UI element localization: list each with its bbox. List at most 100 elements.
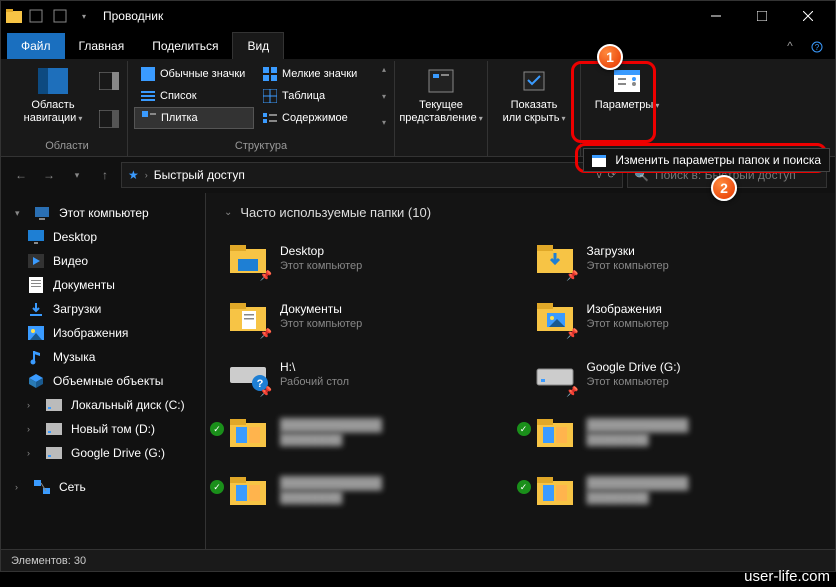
network-icon: [33, 478, 51, 496]
sidebar-item-downloads[interactable]: Загрузки: [5, 297, 201, 321]
folder-sub: Этот компьютер: [587, 260, 669, 272]
sidebar-item-documents[interactable]: Документы: [5, 273, 201, 297]
layout-tiles[interactable]: Плитка: [134, 107, 254, 129]
layout-normal[interactable]: Обычные значки: [134, 63, 254, 85]
forward-button[interactable]: →: [37, 163, 61, 187]
music-icon: [27, 348, 45, 366]
sidebar-item-music[interactable]: Музыка: [5, 345, 201, 369]
sidebar-item-disk-d[interactable]: ›Новый том (D:): [5, 417, 201, 441]
sync-check-icon: ✓: [517, 480, 531, 494]
sidebar-item-desktop[interactable]: Desktop: [5, 225, 201, 249]
preview-pane-icon: [93, 65, 125, 97]
help-button[interactable]: ?: [805, 35, 835, 59]
pin-icon: 📌: [260, 329, 272, 340]
sidebar-item-3d[interactable]: Объемные объекты: [5, 369, 201, 393]
layout-icon: [140, 88, 156, 104]
layout-table[interactable]: Таблица: [256, 85, 376, 107]
folder-icon: ?📌: [226, 352, 270, 396]
layout-content[interactable]: Содержимое: [256, 107, 376, 129]
nav-pane-button[interactable]: Область навигации: [13, 63, 93, 127]
folder-item[interactable]: ?📌H:\Рабочий стол: [224, 348, 511, 400]
tab-view[interactable]: Вид: [232, 32, 284, 59]
app-icon: [5, 7, 23, 25]
drive-icon: [45, 420, 63, 438]
folder-icon: 📌: [226, 294, 270, 338]
maximize-button[interactable]: [739, 1, 785, 31]
options-icon: [611, 65, 643, 97]
address-field[interactable]: ★ › Быстрый доступ v ⟳: [121, 162, 623, 188]
explorer-window: ▾ Проводник Файл Главная Поделиться Вид …: [0, 0, 836, 572]
close-button[interactable]: [785, 1, 831, 31]
details-pane-icon: [93, 103, 125, 135]
folder-name: Загрузки: [587, 244, 669, 258]
sidebar-item-this-pc[interactable]: ▾Этот компьютер: [5, 201, 201, 225]
folder-item[interactable]: ✓████████████████████: [531, 406, 818, 458]
group-header[interactable]: ⌄ Часто используемые папки (10): [224, 205, 817, 220]
main-area: ▾Этот компьютер Desktop Видео Документы …: [1, 193, 835, 549]
scroll-up-icon[interactable]: ▴: [382, 65, 386, 74]
checkbox-icon: [518, 65, 550, 97]
back-button[interactable]: ←: [9, 163, 33, 187]
qat-button[interactable]: [49, 5, 71, 27]
folder-icon: [226, 410, 270, 454]
picture-icon: [27, 324, 45, 342]
breadcrumb-sep: ›: [145, 170, 148, 180]
folder-sub: Этот компьютер: [280, 318, 362, 330]
svg-text:?: ?: [815, 43, 820, 52]
ribbon-collapse[interactable]: ^: [775, 33, 805, 59]
qat-button[interactable]: [25, 5, 47, 27]
sidebar-item-network[interactable]: ›Сеть: [5, 475, 201, 499]
up-button[interactable]: ↑: [93, 163, 117, 187]
sort-icon: [425, 65, 457, 97]
folder-item[interactable]: ✓████████████████████: [224, 464, 511, 516]
breadcrumb[interactable]: Быстрый доступ: [154, 168, 245, 182]
minimize-button[interactable]: [693, 1, 739, 31]
folder-sub: ████████: [587, 492, 689, 504]
qat-dropdown[interactable]: ▾: [73, 5, 95, 27]
current-view-button[interactable]: Текущее представление: [401, 63, 481, 127]
folder-icon: 📌: [533, 294, 577, 338]
folder-icon: [226, 468, 270, 512]
folder-sub: Рабочий стол: [280, 376, 349, 388]
folder-sub: ████████: [280, 434, 382, 446]
recent-dropdown[interactable]: ▾: [65, 163, 89, 187]
folder-item[interactable]: ✓████████████████████: [224, 406, 511, 458]
folder-sub: Этот компьютер: [587, 376, 681, 388]
preview-pane-button[interactable]: [97, 63, 121, 137]
sidebar-item-pictures[interactable]: Изображения: [5, 321, 201, 345]
video-icon: [27, 252, 45, 270]
layout-small[interactable]: Мелкие значки: [256, 63, 376, 85]
status-count: Элементов: 30: [11, 555, 86, 567]
tab-share[interactable]: Поделиться: [138, 33, 232, 59]
layout-icon: [140, 66, 156, 82]
folder-item[interactable]: 📌 Загрузки Этот компьютер: [531, 232, 818, 284]
quick-access-icon: ★: [128, 168, 139, 182]
ribbon: Область навигации Области Обычные значки…: [1, 59, 835, 157]
expand-icon[interactable]: ▾: [382, 118, 386, 127]
chevron-right-icon: ›: [27, 400, 37, 410]
content-area: ⌄ Часто используемые папки (10) 📌Desktop…: [206, 193, 835, 549]
scroll-down-icon[interactable]: ▾: [382, 92, 386, 101]
sidebar-item-disk-c[interactable]: ›Локальный диск (C:): [5, 393, 201, 417]
sidebar-item-videos[interactable]: Видео: [5, 249, 201, 273]
chevron-down-icon: ⌄: [224, 207, 232, 218]
tab-home[interactable]: Главная: [65, 33, 139, 59]
folder-item[interactable]: ✓████████████████████: [531, 464, 818, 516]
folder-item[interactable]: 📌DesktopЭтот компьютер: [224, 232, 511, 284]
folder-item[interactable]: 📌ДокументыЭтот компьютер: [224, 290, 511, 342]
folder-item[interactable]: 📌ИзображенияЭтот компьютер: [531, 290, 818, 342]
layout-list[interactable]: Список: [134, 85, 254, 107]
show-hide-button[interactable]: Показать или скрыть: [494, 63, 574, 127]
drive-icon: [45, 444, 63, 462]
folder-icon: 📌: [533, 236, 577, 280]
sync-check-icon: ✓: [210, 480, 224, 494]
chevron-down-icon: ▾: [15, 208, 25, 219]
layout-icon: [262, 88, 278, 104]
sidebar-item-gdrive[interactable]: ›Google Drive (G:): [5, 441, 201, 465]
pin-icon: 📌: [566, 387, 578, 398]
folder-item[interactable]: 📌Google Drive (G:)Этот компьютер: [531, 348, 818, 400]
options-button[interactable]: Параметры: [587, 63, 667, 114]
pin-icon: 📌: [260, 271, 272, 282]
options-small-icon: [592, 153, 606, 167]
tab-file[interactable]: Файл: [7, 33, 65, 59]
